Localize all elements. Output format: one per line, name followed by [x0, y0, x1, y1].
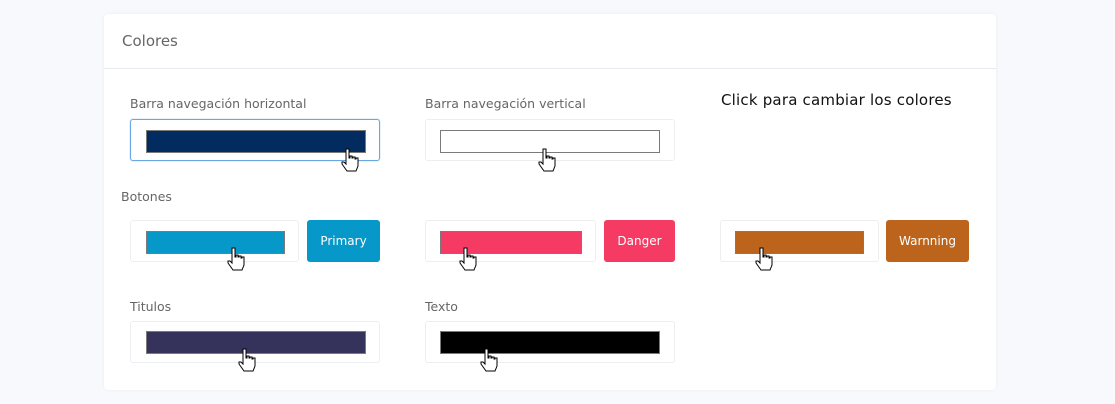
warning-button[interactable]: Warnning — [886, 220, 969, 262]
titles-label: Titulos — [130, 299, 172, 314]
primary-button[interactable]: Primary — [307, 220, 380, 262]
text-label: Texto — [425, 299, 458, 314]
card-title: Colores — [122, 32, 178, 50]
navbar-vertical-color-picker[interactable] — [425, 119, 675, 172]
danger-button[interactable]: Danger — [604, 220, 675, 262]
navbar-horizontal-label: Barra navegación horizontal — [130, 96, 307, 111]
hand-pointer-icon — [227, 247, 245, 271]
titles-color-picker[interactable] — [130, 321, 380, 372]
text-swatch[interactable] — [440, 331, 660, 354]
primary-color-picker[interactable] — [130, 220, 299, 271]
buttons-label: Botones — [121, 189, 172, 204]
hand-pointer-icon — [538, 148, 556, 172]
card-header: Colores — [104, 14, 996, 69]
hand-pointer-icon — [341, 148, 359, 172]
primary-swatch[interactable] — [146, 231, 285, 254]
hand-pointer-icon — [755, 247, 773, 271]
warning-color-picker[interactable] — [720, 220, 879, 271]
hand-pointer-icon — [480, 348, 498, 372]
navbar-vertical-label: Barra navegación vertical — [425, 96, 586, 111]
navbar-horizontal-swatch[interactable] — [146, 130, 366, 153]
hint-text: Click para cambiar los colores — [721, 91, 952, 109]
hand-pointer-icon — [459, 247, 477, 271]
danger-color-picker[interactable] — [425, 220, 596, 271]
colors-card: Colores Click para cambiar los colores B… — [104, 14, 996, 390]
text-color-picker[interactable] — [425, 321, 675, 372]
navbar-horizontal-color-picker[interactable] — [130, 119, 380, 172]
hand-pointer-icon — [238, 348, 256, 372]
